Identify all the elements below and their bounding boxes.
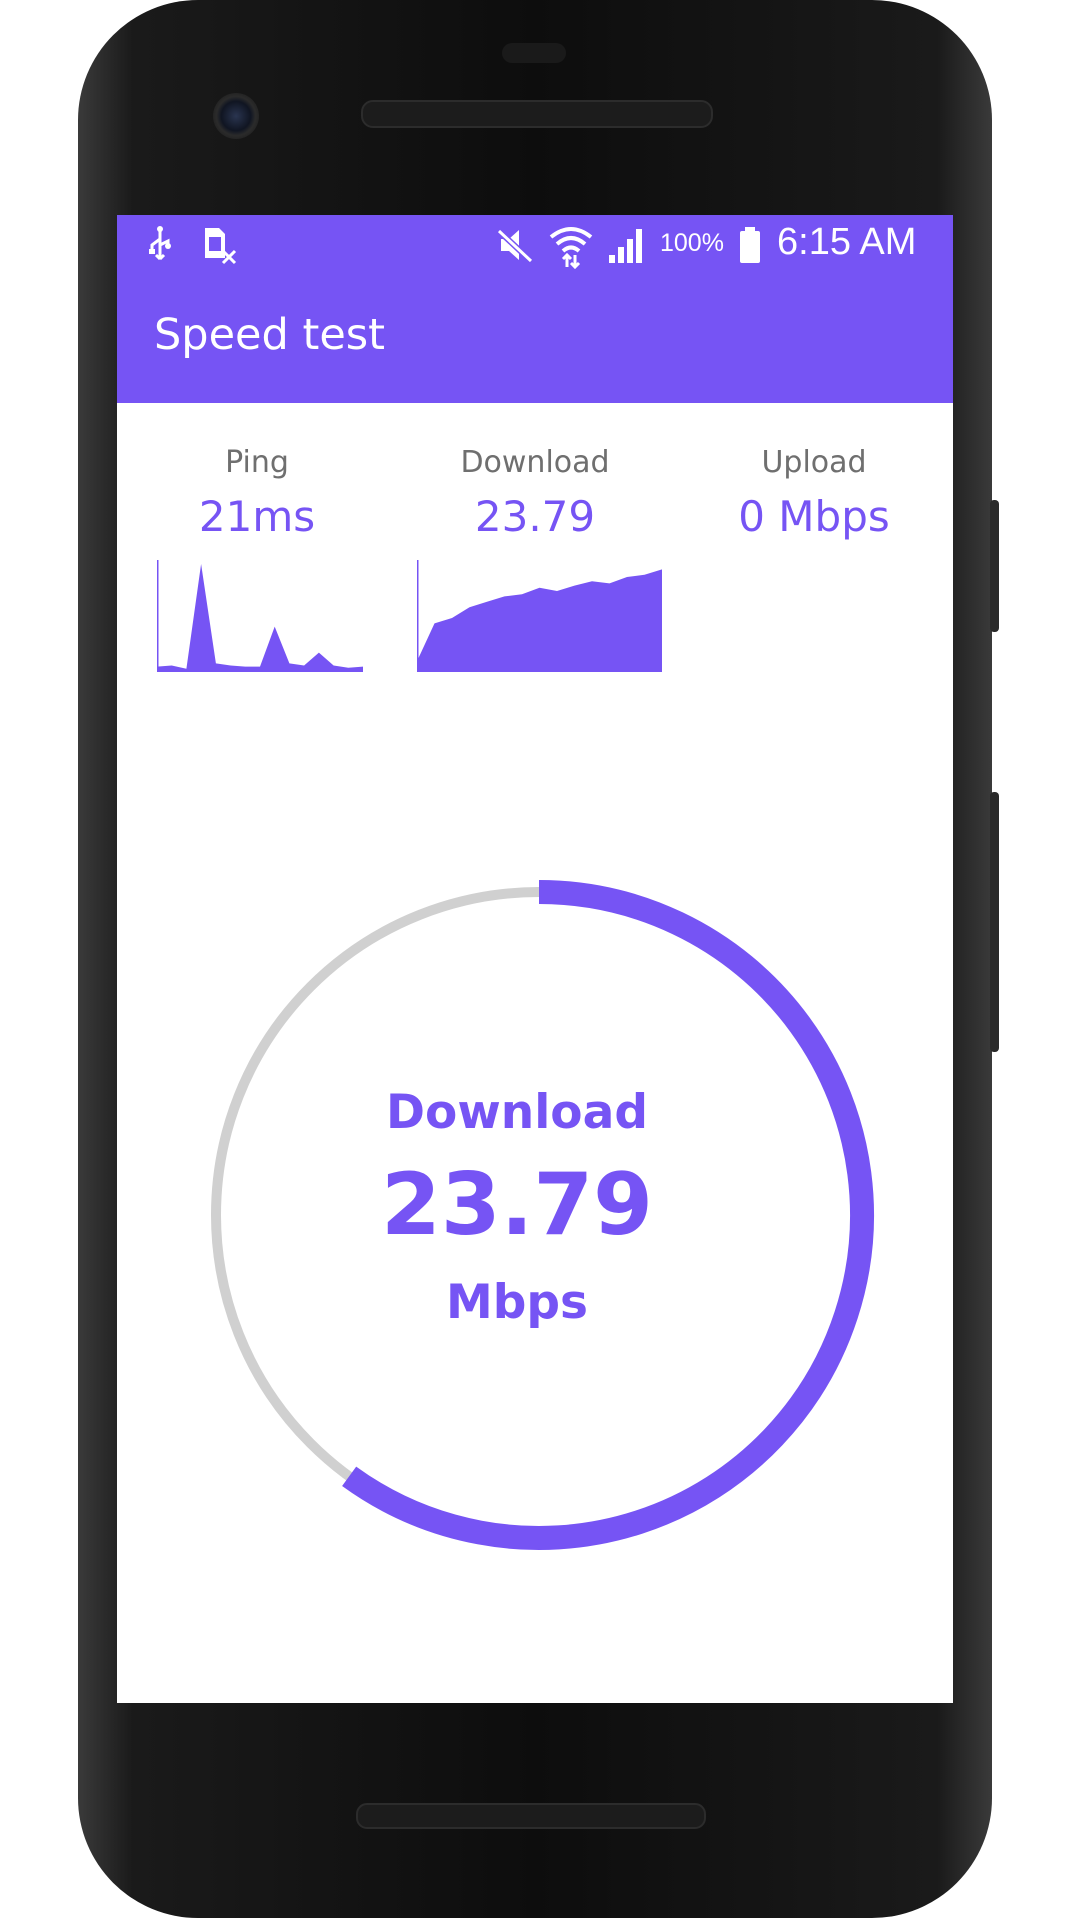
device-mockup: 100% 6:15 AM Speed test Ping 21ms Downlo…: [0, 0, 1080, 1920]
gauge-unit: Mbps: [445, 1275, 589, 1330]
app-screen: 100% 6:15 AM Speed test Ping 21ms Downlo…: [117, 215, 953, 1703]
gauge-label: Download: [386, 1085, 648, 1140]
power-button: [990, 500, 999, 632]
bottom-speaker: [356, 1803, 706, 1829]
speed-gauge: [211, 880, 874, 1550]
front-camera: [213, 93, 259, 139]
volume-button: [990, 792, 999, 1052]
top-speaker: [361, 100, 713, 128]
gauge-value: 23.79: [380, 1155, 654, 1255]
earpiece: [502, 43, 566, 63]
